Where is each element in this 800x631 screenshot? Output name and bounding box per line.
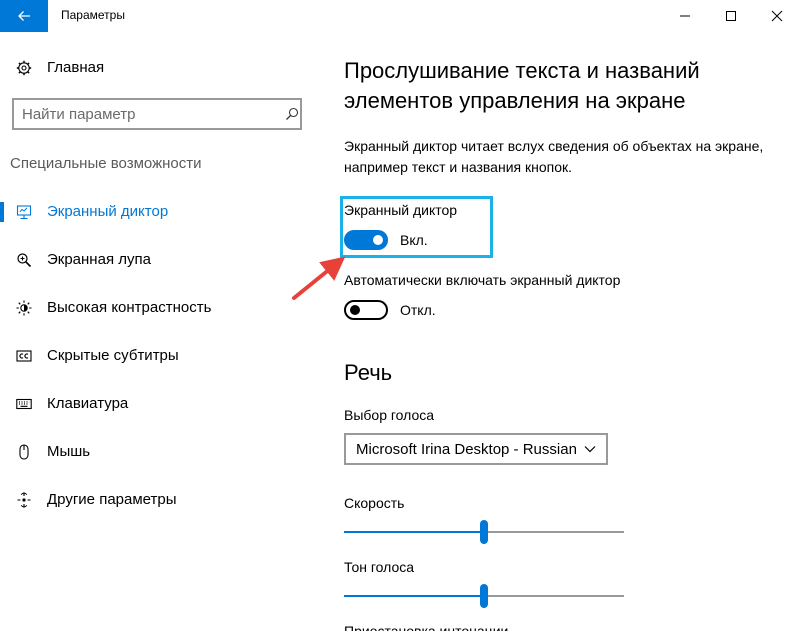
window-title: Параметры	[61, 8, 125, 22]
slider-track-fill	[344, 531, 484, 533]
auto-start-state: Откл.	[400, 302, 436, 318]
search-box[interactable]	[12, 98, 302, 130]
voice-value: Microsoft Irina Desktop - Russian	[356, 441, 577, 458]
active-indicator	[0, 202, 4, 222]
voice-label: Выбор голоса	[344, 407, 435, 423]
closed-captions-icon	[16, 350, 32, 362]
narrator-icon	[16, 205, 32, 220]
toggle-knob	[350, 305, 360, 315]
close-icon	[771, 10, 783, 22]
toggle-knob	[373, 235, 383, 245]
speech-heading: Речь	[344, 360, 393, 385]
back-button[interactable]	[0, 0, 48, 32]
keyboard-icon	[16, 398, 32, 410]
sidebar-item-other-options[interactable]: Другие параметры	[0, 480, 330, 520]
slider-track-fill	[344, 595, 484, 597]
contrast-icon	[16, 300, 32, 316]
slider-thumb[interactable]	[480, 584, 488, 608]
search-input[interactable]	[22, 105, 272, 123]
section-heading: Специальные возможности	[10, 155, 202, 172]
sidebar-item-label: Скрытые субтитры	[47, 347, 179, 364]
settings-window: Параметры Главная Найти параметр Специал…	[0, 0, 800, 631]
narrator-toggle[interactable]	[344, 230, 388, 250]
page-description: Экранный диктор читает вслух сведения об…	[344, 138, 764, 175]
main-content: Прослушивание текста и названий элементо…	[340, 32, 800, 631]
search-icon[interactable]	[285, 107, 299, 121]
sidebar-item-label: Клавиатура	[47, 395, 129, 412]
page-title: Прослушивание текста и названий элементо…	[344, 58, 700, 113]
sidebar-item-closed-captions[interactable]: Скрытые субтитры	[0, 336, 330, 376]
back-arrow-icon	[18, 11, 30, 21]
maximize-icon	[726, 11, 736, 21]
sidebar-item-mouse[interactable]: Мышь	[0, 432, 330, 472]
sidebar-item-magnifier[interactable]: Экранная лупа	[0, 240, 330, 280]
narrator-label: Экранный диктор	[344, 202, 458, 218]
pitch-label: Тон голоса	[344, 559, 415, 575]
slider-track	[484, 595, 624, 597]
close-button[interactable]	[754, 0, 800, 32]
other-options-icon	[17, 492, 31, 508]
intonation-pause-label: Приостановка интонации	[344, 623, 509, 631]
minimize-icon	[680, 15, 690, 17]
sidebar-item-label: Другие параметры	[47, 491, 177, 508]
home-label: Главная	[47, 59, 105, 76]
title-bar: Параметры	[0, 0, 800, 32]
minimize-button[interactable]	[662, 0, 708, 32]
sidebar-item-label: Мышь	[47, 443, 91, 460]
sidebar-item-keyboard[interactable]: Клавиатура	[0, 384, 330, 424]
sidebar-item-label: Высокая контрастность	[47, 299, 212, 316]
chevron-down-icon	[584, 446, 596, 453]
annotation-arrow	[292, 256, 346, 300]
narrator-state: Вкл.	[400, 232, 428, 248]
mouse-icon	[19, 444, 29, 460]
maximize-button[interactable]	[708, 0, 754, 32]
sidebar-item-high-contrast[interactable]: Высокая контрастность	[0, 288, 330, 328]
speed-label: Скорость	[344, 495, 405, 511]
pitch-slider[interactable]	[344, 584, 624, 608]
sidebar-item-narrator[interactable]: Экранный диктор	[0, 192, 330, 232]
voice-dropdown[interactable]: Microsoft Irina Desktop - Russian	[344, 433, 608, 465]
auto-start-label: Автоматически включать экранный диктор	[344, 272, 621, 288]
slider-thumb[interactable]	[480, 520, 488, 544]
sidebar-item-label: Экранный диктор	[47, 203, 169, 220]
slider-track	[484, 531, 624, 533]
magnifier-icon	[17, 253, 32, 268]
sidebar: Главная Специальные возможности Экранный…	[0, 32, 330, 631]
sidebar-item-label: Экранная лупа	[47, 251, 151, 268]
gear-icon	[16, 60, 32, 76]
speed-slider[interactable]	[344, 520, 624, 544]
